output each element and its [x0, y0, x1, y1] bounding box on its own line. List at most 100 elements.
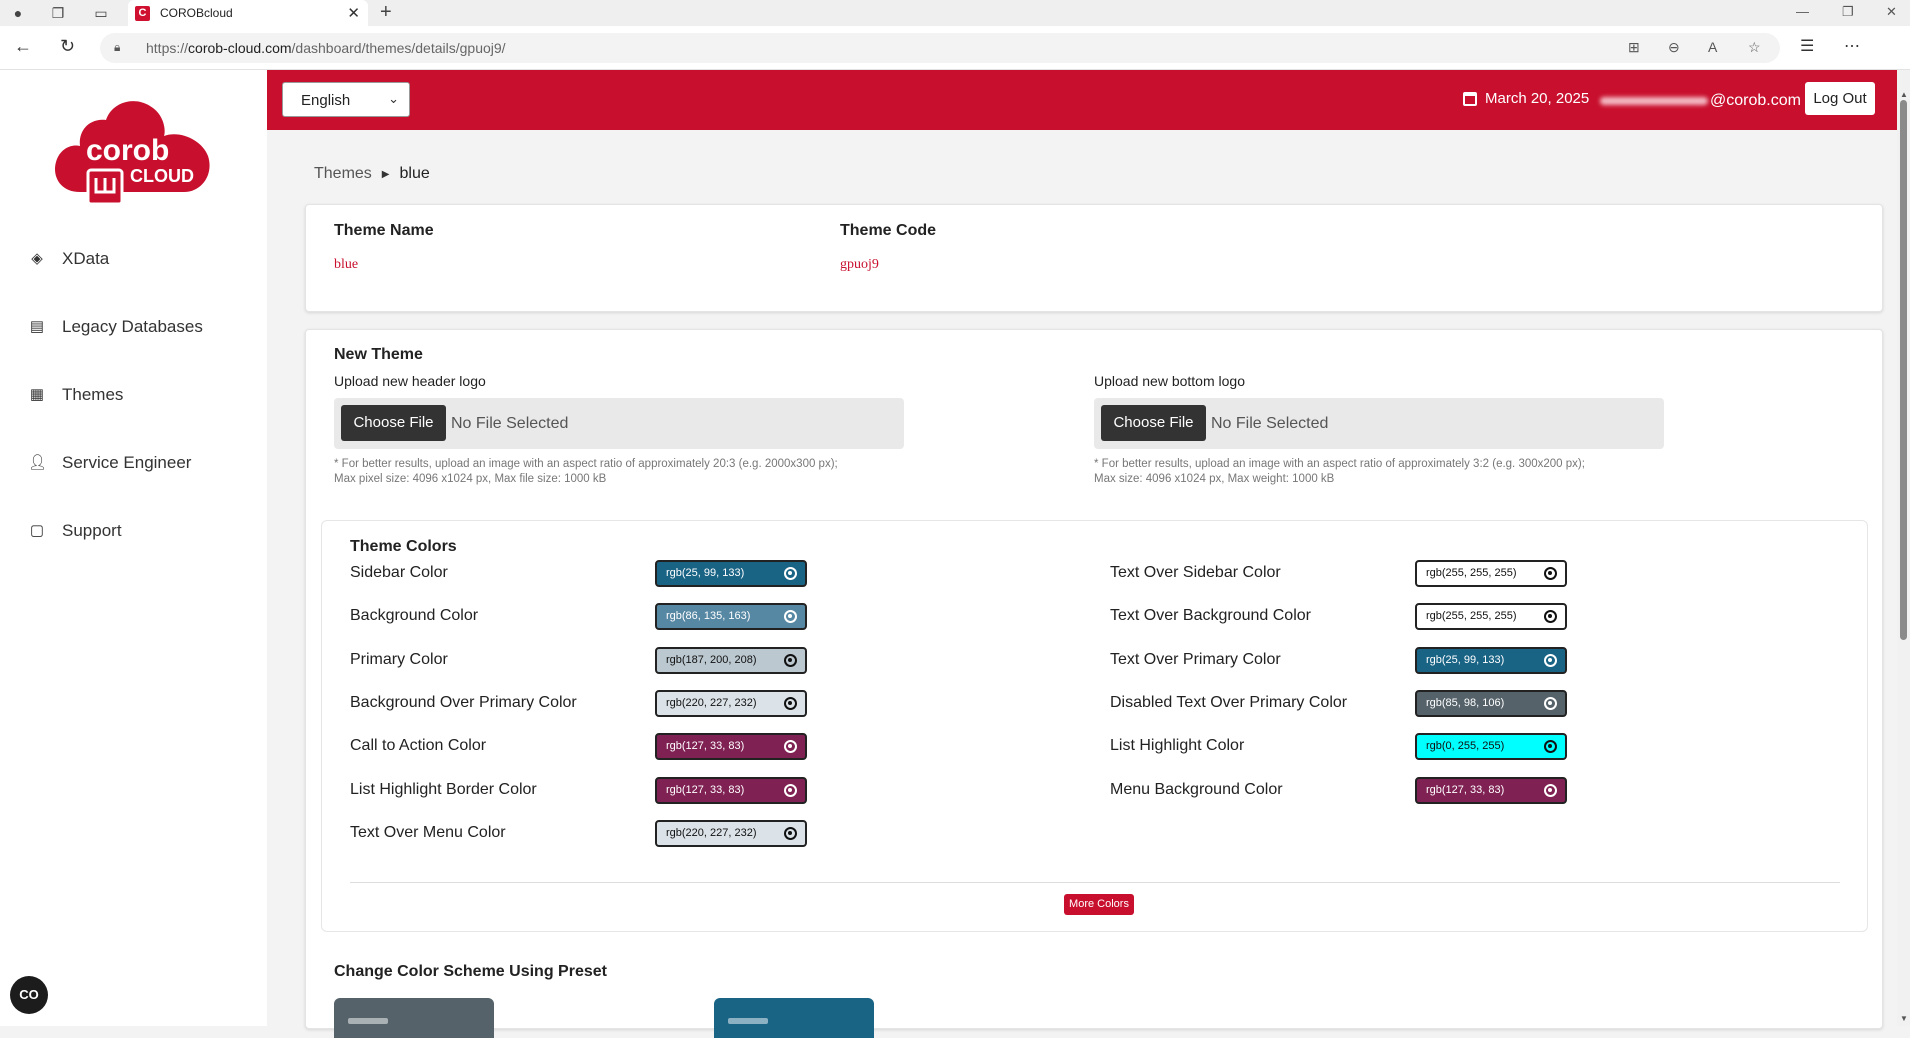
- color-label: Primary Color: [350, 650, 448, 668]
- scrollbar-thumb[interactable]: [1900, 100, 1907, 640]
- bottom-logo-file-status: No File Selected: [1211, 415, 1329, 432]
- bottom-logo-choose-file-button[interactable]: Choose File: [1101, 405, 1206, 441]
- color-value: rgb(25, 99, 133): [666, 567, 745, 579]
- color-picker[interactable]: rgb(255, 255, 255): [1415, 560, 1567, 587]
- palette-icon: [784, 653, 797, 667]
- language-select[interactable]: English ⌄: [282, 82, 410, 117]
- calendar-icon: [1463, 91, 1477, 106]
- breadcrumb: Themes ▶ blue: [314, 165, 430, 183]
- preset-bar: [728, 1018, 768, 1024]
- url-text: https://corob-cloud.com/dashboard/themes…: [146, 40, 506, 56]
- preset-title: Change Color Scheme Using Preset: [334, 963, 607, 980]
- color-value: rgb(85, 98, 106): [1426, 696, 1505, 709]
- palette-icon: [784, 610, 797, 624]
- color-value: rgb(220, 227, 232): [666, 826, 757, 839]
- palette-icon: [1544, 610, 1557, 624]
- grid-icon: ▦: [29, 386, 45, 403]
- palette-icon: [1544, 653, 1557, 667]
- bottom-logo-hint: * For better results, upload an image wi…: [1094, 458, 1585, 485]
- color-picker[interactable]: rgb(127, 33, 83): [1415, 776, 1567, 804]
- color-value: rgb(255, 255, 255): [1426, 610, 1517, 623]
- read-aloud-icon[interactable]: A: [1708, 39, 1717, 55]
- profile-icon[interactable]: ●: [9, 4, 27, 22]
- color-picker[interactable]: rgb(255, 255, 255): [1415, 603, 1567, 631]
- zoom-icon[interactable]: ⊖: [1668, 39, 1680, 56]
- collections-icon[interactable]: ❐: [49, 4, 67, 22]
- color-picker[interactable]: rgb(25, 99, 133): [655, 560, 807, 587]
- close-tab-icon[interactable]: ✕: [347, 4, 360, 22]
- theme-code-label: Theme Code: [840, 222, 937, 239]
- color-label: Background Over Primary Color: [350, 693, 577, 711]
- theme-colors-panel: Theme Colors Sidebar Color rgb(25, 99, 13…: [321, 520, 1868, 932]
- color-label: Background Color: [350, 607, 479, 625]
- sidebar: corob CLOUD ◈ XData ▤ Legacy Databases ▦…: [0, 70, 267, 1026]
- language-value: English: [301, 92, 351, 109]
- url-field[interactable]: 🔒︎ https://corob-cloud.com/dashboard/the…: [100, 33, 1780, 63]
- bottom-logo-file-input[interactable]: Choose File No File Selected: [1094, 398, 1664, 449]
- color-label: Text Over Menu Color: [350, 823, 506, 841]
- co-floating-button[interactable]: CO: [10, 976, 48, 1014]
- palette-icon: [784, 826, 797, 840]
- breadcrumb-themes-link[interactable]: Themes: [314, 165, 372, 183]
- svg-text:corob: corob: [86, 134, 169, 167]
- color-value: rgb(127, 33, 83): [666, 783, 745, 796]
- restore-icon[interactable]: ❐: [1842, 4, 1854, 20]
- color-value: rgb(255, 255, 255): [1426, 567, 1517, 579]
- scroll-down-icon[interactable]: ▼: [1900, 1014, 1908, 1023]
- preset-swatch-blue[interactable]: [714, 998, 874, 1038]
- color-picker[interactable]: rgb(85, 98, 106): [1415, 689, 1567, 717]
- header-logo-file-input[interactable]: Choose File No File Selected: [334, 398, 904, 449]
- color-label: List Highlight Color: [1110, 737, 1245, 755]
- color-picker[interactable]: rgb(220, 227, 232): [655, 819, 807, 847]
- color-label: Menu Background Color: [1110, 780, 1283, 798]
- minimize-icon[interactable]: —: [1796, 4, 1809, 19]
- color-picker[interactable]: rgb(220, 227, 232): [655, 689, 807, 717]
- theme-colors-title: Theme Colors: [350, 538, 457, 555]
- color-value: rgb(0, 255, 255): [1426, 740, 1505, 753]
- scroll-up-icon[interactable]: ▲: [1900, 90, 1908, 99]
- tab-title: COROBcloud: [160, 6, 233, 20]
- refresh-icon[interactable]: ↻: [60, 36, 75, 57]
- color-picker[interactable]: rgb(127, 33, 83): [655, 776, 807, 804]
- logout-button[interactable]: Log Out: [1805, 82, 1875, 115]
- color-picker[interactable]: rgb(86, 135, 163): [655, 603, 807, 631]
- color-picker[interactable]: rgb(0, 255, 255): [1415, 733, 1567, 761]
- top-header: English ⌄ March 20, 2025 @corob.com Log …: [267, 70, 1897, 130]
- vertical-scrollbar[interactable]: ▲ ▼: [1897, 70, 1910, 1026]
- back-icon[interactable]: ←: [14, 36, 32, 57]
- palette-icon: [784, 783, 797, 797]
- chat-icon: ▢: [29, 522, 45, 539]
- color-value: rgb(127, 33, 83): [666, 740, 745, 753]
- sidebar-item-service-engineer[interactable]: 👤︎ Service Engineer: [28, 448, 191, 478]
- color-picker[interactable]: rgb(25, 99, 133): [1415, 646, 1567, 674]
- svg-text:CLOUD: CLOUD: [130, 166, 194, 186]
- more-options-icon[interactable]: ⋯: [1844, 36, 1860, 56]
- person-wrench-icon: 👤︎: [28, 454, 48, 471]
- more-colors-button[interactable]: More Colors: [1064, 894, 1134, 915]
- preset-swatch-grey[interactable]: [334, 998, 494, 1038]
- sidebar-item-label: XData: [62, 249, 110, 268]
- palette-icon: [1544, 567, 1557, 580]
- color-picker[interactable]: rgb(127, 33, 83): [655, 733, 807, 761]
- new-tab-icon[interactable]: +: [380, 1, 392, 24]
- address-bar-row: ← ↻ 🔒︎ https://corob-cloud.com/dashboard…: [0, 26, 1910, 70]
- sidebar-item-themes[interactable]: ▦ Themes: [28, 380, 124, 410]
- window-close-icon[interactable]: ✕: [1886, 4, 1897, 20]
- breadcrumb-separator-icon: ▶: [381, 168, 390, 180]
- color-label: Sidebar Color: [350, 564, 448, 581]
- sidebar-item-xdata[interactable]: ◈ XData: [28, 244, 109, 274]
- color-label: Text Over Sidebar Color: [1110, 564, 1281, 581]
- color-label: Text Over Primary Color: [1110, 650, 1281, 668]
- favorite-icon[interactable]: ☆: [1748, 39, 1761, 56]
- browser-tab-bar: ● ❐ ▭ C COROBcloud ✕ + — ❐ ✕: [0, 0, 1910, 27]
- sidebar-item-legacy-databases[interactable]: ▤ Legacy Databases: [28, 312, 203, 342]
- tab-actions-icon[interactable]: ▭: [92, 4, 110, 22]
- app-available-icon[interactable]: ⊞: [1628, 39, 1640, 56]
- header-logo-choose-file-button[interactable]: Choose File: [341, 405, 446, 441]
- browser-tab[interactable]: C COROBcloud ✕: [128, 0, 368, 27]
- header-logo-label: Upload new header logo: [334, 373, 486, 389]
- sidebar-item-support[interactable]: ▢ Support: [28, 516, 122, 546]
- color-value: rgb(220, 227, 232): [666, 696, 757, 709]
- favorites-list-icon[interactable]: ☰: [1800, 36, 1814, 56]
- color-picker[interactable]: rgb(187, 200, 208): [655, 646, 807, 674]
